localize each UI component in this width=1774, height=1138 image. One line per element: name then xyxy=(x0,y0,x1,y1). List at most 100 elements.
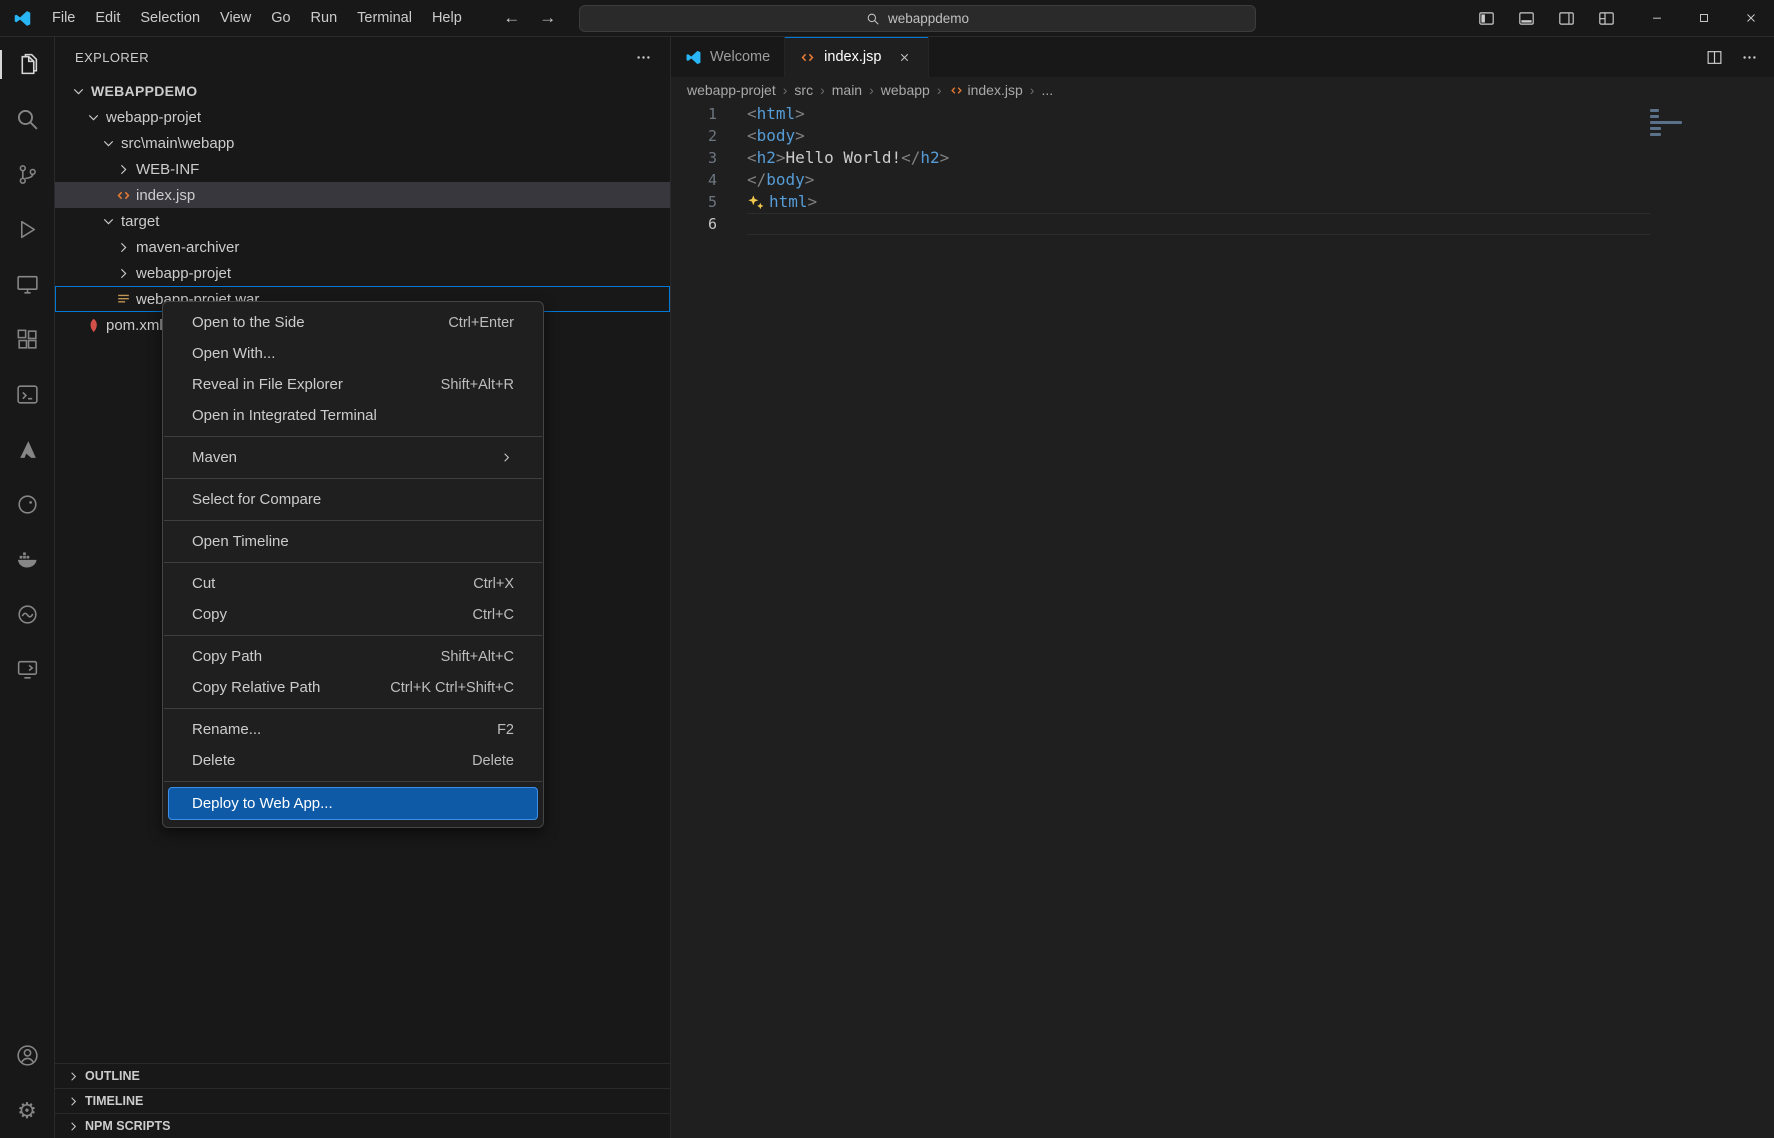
activity-gradle-icon[interactable] xyxy=(0,477,54,532)
activity-extensions-icon[interactable] xyxy=(0,312,54,367)
tree-item-web-inf[interactable]: WEB-INF xyxy=(55,156,670,182)
code-token: html xyxy=(769,191,808,213)
activity-files-icon[interactable] xyxy=(0,37,54,92)
menu-item-copy[interactable]: CopyCtrl+C xyxy=(163,599,543,630)
section-npm-scripts[interactable]: NPM SCRIPTS xyxy=(55,1113,670,1138)
command-center[interactable]: webappdemo xyxy=(579,5,1256,32)
activity-remote-explorer-icon[interactable] xyxy=(0,257,54,312)
command-center-text: webappdemo xyxy=(888,11,969,26)
tree-item-target[interactable]: target xyxy=(55,208,670,234)
more-actions-icon[interactable] xyxy=(1741,49,1758,66)
breadcrumbs: webapp-projet›src›main›webapp›index.jsp›… xyxy=(671,77,1774,103)
tree-item-src-main-webapp[interactable]: src\main\webapp xyxy=(55,130,670,156)
activity-container-tools-icon[interactable] xyxy=(0,367,54,422)
jsp-icon xyxy=(949,83,964,98)
file-tree: WEBAPPDEMOwebapp-projetsrc\main\webappWE… xyxy=(55,78,670,338)
menubar-item-selection[interactable]: Selection xyxy=(130,5,210,31)
section-outline[interactable]: OUTLINE xyxy=(55,1063,670,1088)
code-line-2[interactable]: 2<body> xyxy=(671,125,1774,147)
line-content: </body> xyxy=(747,169,814,191)
tab-index-jsp[interactable]: index.jsp xyxy=(785,37,929,77)
menu-item-label: Open to the Side xyxy=(192,314,305,331)
activity-source-control-icon[interactable] xyxy=(0,147,54,202)
activity-live-share-icon[interactable] xyxy=(0,642,54,697)
menu-item-copy-relative-path[interactable]: Copy Relative PathCtrl+K Ctrl+Shift+C xyxy=(163,672,543,703)
nav-arrows: ←→ xyxy=(498,5,562,31)
code-line-1[interactable]: 1<html> xyxy=(671,103,1774,125)
menubar-item-view[interactable]: View xyxy=(210,5,261,31)
activity-top xyxy=(0,37,54,697)
tree-item-webapp-projet[interactable]: webapp-projet xyxy=(55,104,670,130)
menu-item-maven[interactable]: Maven xyxy=(163,442,543,473)
tab-welcome[interactable]: Welcome xyxy=(671,37,785,77)
submenu-chevron-icon xyxy=(499,450,514,465)
menu-item-reveal-in-file-explorer[interactable]: Reveal in File ExplorerShift+Alt+R xyxy=(163,369,543,400)
menu-item-label: Open in Integrated Terminal xyxy=(192,407,377,424)
titlebar-actions xyxy=(1470,0,1622,37)
activity-accounts-icon[interactable] xyxy=(0,1028,54,1083)
breadcrumb-index-jsp[interactable]: index.jsp xyxy=(949,82,1023,98)
line-content: <html> xyxy=(747,103,805,125)
customize-layout-icon[interactable] xyxy=(1590,4,1622,34)
breadcrumb-src[interactable]: src xyxy=(794,82,813,98)
tree-item-index-jsp[interactable]: index.jsp xyxy=(55,182,670,208)
menubar-item-file[interactable]: File xyxy=(42,5,85,31)
minimize-button[interactable] xyxy=(1633,0,1680,36)
tree-item-webapp-projet[interactable]: webapp-projet xyxy=(55,260,670,286)
breadcrumb-separator: › xyxy=(1030,82,1035,98)
menubar-item-terminal[interactable]: Terminal xyxy=(347,5,422,31)
close-tab-icon[interactable] xyxy=(895,48,914,67)
line-content xyxy=(747,213,1650,235)
breadcrumb-[interactable]: ... xyxy=(1041,82,1053,98)
chevron-right-icon xyxy=(66,1069,81,1084)
menubar-item-go[interactable]: Go xyxy=(261,5,300,31)
close-button[interactable] xyxy=(1727,0,1774,36)
breadcrumb-main[interactable]: main xyxy=(832,82,862,98)
activity-run-debug-icon[interactable] xyxy=(0,202,54,257)
activity-docker-icon[interactable] xyxy=(0,532,54,587)
menu-item-shortcut: Ctrl+K Ctrl+Shift+C xyxy=(390,680,514,696)
more-actions-icon[interactable] xyxy=(635,49,652,66)
tree-item-webappdemo[interactable]: WEBAPPDEMO xyxy=(55,78,670,104)
split-editor-icon[interactable] xyxy=(1706,49,1723,66)
menu-item-delete[interactable]: DeleteDelete xyxy=(163,745,543,776)
code-line-4[interactable]: 4</body> xyxy=(671,169,1774,191)
menu-item-open-timeline[interactable]: Open Timeline xyxy=(163,526,543,557)
menu-item-rename[interactable]: Rename...F2 xyxy=(163,714,543,745)
menu-item-copy-path[interactable]: Copy PathShift+Alt+C xyxy=(163,641,543,672)
menu-item-select-for-compare[interactable]: Select for Compare xyxy=(163,484,543,515)
code-token: > xyxy=(795,125,805,147)
forward-button[interactable]: → xyxy=(534,5,562,31)
section-timeline[interactable]: TIMELINE xyxy=(55,1088,670,1113)
activity-sonarlint-icon[interactable] xyxy=(0,587,54,642)
menu-item-cut[interactable]: CutCtrl+X xyxy=(163,568,543,599)
activity-search-icon[interactable] xyxy=(0,92,54,147)
minimap[interactable] xyxy=(1650,109,1760,349)
toggle-panel-icon[interactable] xyxy=(1510,4,1542,34)
activity-settings-icon[interactable]: ⚙ xyxy=(0,1083,54,1138)
menubar-item-help[interactable]: Help xyxy=(422,5,472,31)
code-line-3[interactable]: 3<h2>Hello World!</h2> xyxy=(671,147,1774,169)
menu-item-open-in-integrated-terminal[interactable]: Open in Integrated Terminal xyxy=(163,400,543,431)
code-token: h2 xyxy=(757,147,776,169)
code-editor[interactable]: 1<html>2<body>3<h2>Hello World!</h2>4</b… xyxy=(671,103,1774,1138)
breadcrumb-webapp-projet[interactable]: webapp-projet xyxy=(687,82,776,98)
menubar-item-edit[interactable]: Edit xyxy=(85,5,130,31)
tree-item-maven-archiver[interactable]: maven-archiver xyxy=(55,234,670,260)
toggle-secondary-sidebar-icon[interactable] xyxy=(1550,4,1582,34)
breadcrumb-label: webapp-projet xyxy=(687,82,776,98)
toggle-primary-sidebar-icon[interactable] xyxy=(1470,4,1502,34)
activity-azure-icon[interactable] xyxy=(0,422,54,477)
line-content: <body> xyxy=(747,125,805,147)
menu-item-deploy-to-web-app[interactable]: Deploy to Web App... xyxy=(168,787,538,820)
menubar-item-run[interactable]: Run xyxy=(301,5,348,31)
tree-item-label: WEBAPPDEMO xyxy=(91,83,197,99)
code-line-6[interactable]: 6 xyxy=(671,213,1774,235)
breadcrumb-webapp[interactable]: webapp xyxy=(881,82,930,98)
code-line-5[interactable]: 5html> xyxy=(671,191,1774,213)
maximize-button[interactable] xyxy=(1680,0,1727,36)
back-button[interactable]: ← xyxy=(498,5,526,31)
menu-item-open-to-the-side[interactable]: Open to the SideCtrl+Enter xyxy=(163,307,543,338)
minimap-line xyxy=(1650,115,1659,118)
menu-item-open-with[interactable]: Open With... xyxy=(163,338,543,369)
